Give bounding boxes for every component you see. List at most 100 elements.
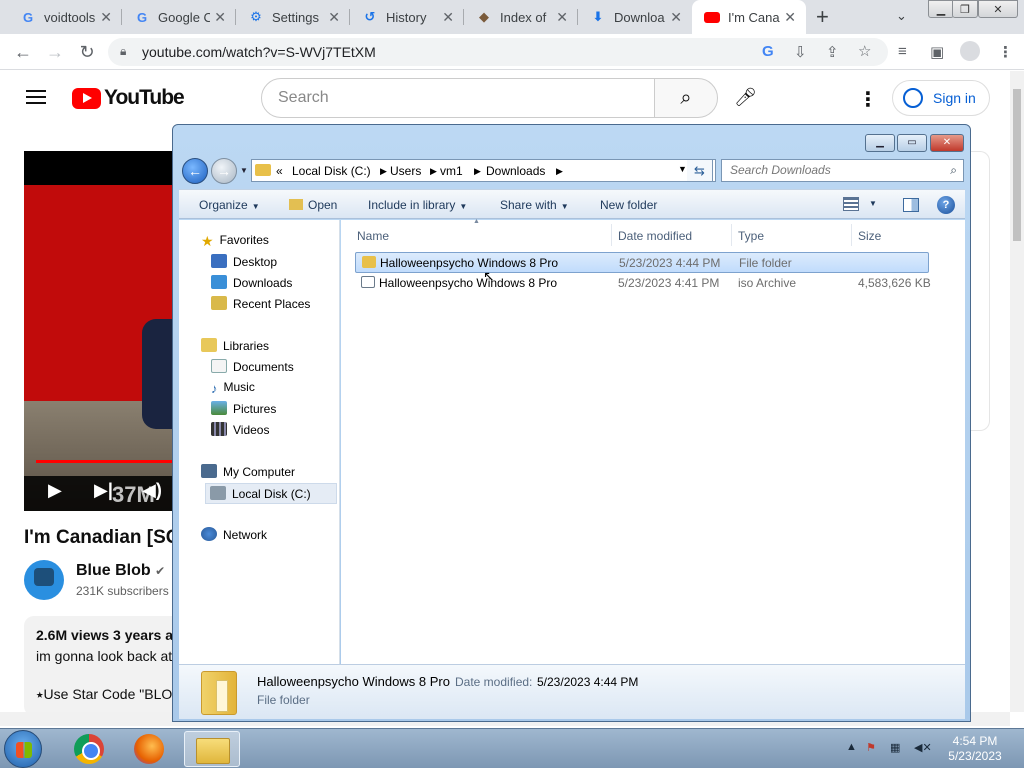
column-divider[interactable] [851, 224, 852, 246]
video-player[interactable]: ▶ ▶| 37M ◀) [24, 151, 184, 511]
vertical-scrollbar[interactable] [1010, 71, 1024, 712]
nav-videos[interactable]: Videos [211, 422, 269, 437]
search-input[interactable]: Search [261, 78, 655, 118]
close-icon[interactable]: ✕ [100, 9, 112, 26]
maximize-icon[interactable]: ▭ [897, 134, 927, 152]
nav-network[interactable]: Network [201, 527, 267, 542]
preview-pane-icon[interactable] [903, 198, 919, 212]
close-icon[interactable]: ✕ [784, 9, 796, 26]
close-icon[interactable]: ✕ [670, 9, 682, 26]
close-icon[interactable]: ✕ [328, 9, 340, 26]
chevron-down-icon[interactable]: ▼ [869, 199, 877, 208]
volume-icon[interactable]: ◀) [142, 480, 162, 501]
google-lens-icon[interactable]: G [762, 43, 774, 60]
nav-documents[interactable]: Documents [211, 359, 294, 374]
nav-downloads[interactable]: Downloads [211, 275, 292, 290]
refresh-icon[interactable]: ⇆ [687, 159, 713, 182]
breadcrumb-downloads[interactable]: Downloads [486, 164, 545, 178]
tab-voidtools[interactable]: G voidtools ✕ [8, 0, 122, 34]
start-button[interactable] [4, 730, 42, 768]
forward-arrow-icon[interactable]: → [211, 158, 237, 184]
microphone-icon[interactable]: 🎤︎ [734, 87, 757, 108]
chevron-right-icon[interactable]: ▶ [380, 166, 387, 177]
breadcrumb-local-disk[interactable]: Local Disk (C:) [292, 164, 371, 178]
sign-in-button[interactable]: Sign in [892, 80, 990, 116]
close-icon[interactable]: ✕ [442, 9, 454, 26]
next-icon[interactable]: ▶| [94, 480, 113, 501]
minimize-icon[interactable]: ▁ [865, 134, 895, 152]
help-icon[interactable]: ? [937, 196, 955, 214]
search-downloads-input[interactable]: Search Downloads ⌕ [721, 159, 964, 182]
column-header-date[interactable]: Date modified [618, 229, 692, 243]
column-divider[interactable] [731, 224, 732, 246]
change-view-icon[interactable] [843, 197, 859, 211]
tab-settings[interactable]: ⚙ Settings ✕ [236, 0, 350, 34]
bookmark-star-icon[interactable]: ☆ [858, 42, 871, 60]
search-button[interactable]: ⌕ [654, 78, 718, 118]
chrome-menu-icon[interactable]: ⋮ [998, 43, 1013, 61]
new-tab-icon[interactable]: + [816, 4, 829, 30]
include-in-library-button[interactable]: Include in library ▼ [368, 198, 467, 212]
organize-button[interactable]: Organize ▼ [199, 198, 260, 212]
chevron-right-icon[interactable]: ▶ [474, 166, 481, 177]
forward-arrow-icon[interactable]: → [44, 41, 66, 63]
nav-recent-places[interactable]: Recent Places [211, 296, 310, 311]
nav-music[interactable]: ♪ Music [211, 380, 255, 396]
chevron-down-icon[interactable]: ▼ [678, 164, 687, 174]
breadcrumb-vm1[interactable]: vm1 [440, 164, 463, 178]
tab-google-chrome[interactable]: G Google C ✕ [122, 0, 236, 34]
close-icon[interactable]: ✕ [556, 9, 568, 26]
nav-my-computer[interactable]: My Computer [201, 464, 295, 479]
profile-avatar-icon[interactable] [960, 41, 980, 61]
youtube-logo-icon[interactable] [72, 88, 101, 109]
more-options-icon[interactable]: ⋮ [858, 87, 878, 112]
share-icon[interactable]: ⇪ [826, 43, 839, 61]
taskbar-chrome[interactable] [60, 731, 116, 767]
channel-avatar[interactable] [24, 560, 64, 600]
tab-history[interactable]: ↺ History ✕ [350, 0, 464, 34]
chevron-down-icon[interactable]: ⌄ [896, 8, 907, 24]
breadcrumb-users[interactable]: Users [390, 164, 421, 178]
scrollbar-thumb[interactable] [1013, 89, 1021, 241]
action-center-icon[interactable]: ⚑ [866, 741, 876, 754]
chevron-down-icon[interactable]: ▼ [240, 166, 248, 175]
youtube-logo-text[interactable]: YouTube [104, 86, 185, 110]
media-controls-icon[interactable]: ≡ [898, 43, 907, 60]
open-button[interactable]: Open [289, 198, 337, 212]
back-arrow-icon[interactable]: ← [12, 41, 34, 63]
nav-pictures[interactable]: Pictures [211, 401, 276, 416]
tab-index-of[interactable]: ◆ Index of ✕ [464, 0, 578, 34]
tab-youtube-active[interactable]: I'm Cana ✕ [692, 0, 806, 34]
close-window-icon[interactable]: ✕ [978, 0, 1018, 18]
column-divider[interactable] [611, 224, 612, 246]
side-panel-icon[interactable]: ▣ [930, 43, 944, 61]
taskbar-firefox[interactable] [122, 731, 178, 767]
tab-downloads[interactable]: ⬇ Downloa ✕ [578, 0, 692, 34]
network-status-icon[interactable]: ▦ [890, 741, 900, 754]
address-bar[interactable]: 🔒︎ youtube.com/watch?v=S-WVj7TEtXM G ⇩ ⇪… [108, 38, 888, 66]
hamburger-menu-icon[interactable] [26, 90, 46, 104]
address-breadcrumb[interactable]: « Local Disk (C:) ▶ Users ▶ vm1 ▶ Downlo… [251, 159, 716, 182]
nav-local-disk[interactable]: Local Disk (C:) [205, 483, 337, 504]
column-header-name[interactable]: Name [357, 229, 389, 243]
share-with-button[interactable]: Share with ▼ [500, 198, 569, 212]
nav-libraries[interactable]: Libraries [201, 338, 269, 353]
progress-bar[interactable] [36, 460, 184, 463]
column-header-type[interactable]: Type [738, 229, 764, 243]
play-icon[interactable]: ▶ [48, 480, 62, 501]
chevron-right-icon[interactable]: ▶ [430, 166, 437, 177]
volume-muted-icon[interactable]: ◀✕ [914, 741, 932, 754]
column-header-size[interactable]: Size [858, 229, 881, 243]
close-icon[interactable]: ✕ [214, 9, 226, 26]
nav-favorites[interactable]: ★ Favorites [201, 233, 269, 249]
file-row-folder[interactable]: Halloweenpsycho Windows 8 Pro 5/23/2023 … [355, 252, 929, 273]
file-row-iso[interactable]: Halloweenpsycho Windows 8 Pro 5/23/2023 … [355, 273, 931, 294]
minimize-icon[interactable]: ▁ [928, 0, 954, 18]
breadcrumb-overflow[interactable]: « [276, 164, 283, 178]
new-folder-button[interactable]: New folder [600, 198, 657, 212]
taskbar-explorer[interactable] [184, 731, 240, 767]
install-icon[interactable]: ⇩ [794, 43, 807, 61]
close-icon[interactable]: ✕ [930, 134, 964, 152]
reload-icon[interactable]: ↻ [76, 41, 98, 63]
system-clock[interactable]: 4:54 PM 5/23/2023 [940, 734, 1010, 764]
